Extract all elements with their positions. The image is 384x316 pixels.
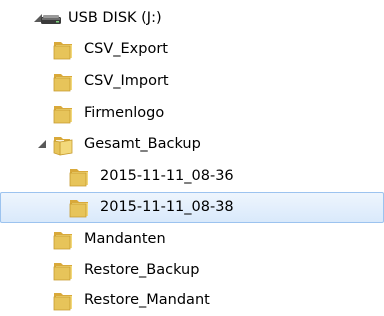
- tree-item-csv-import[interactable]: CSV_Import: [0, 66, 384, 97]
- folder-icon: [52, 229, 76, 255]
- folder-label: CSV_Export: [84, 41, 168, 57]
- folder-label: Gesamt_Backup: [84, 136, 201, 152]
- folder-label: Firmenlogo: [84, 105, 165, 121]
- tree-item-csv-export[interactable]: CSV_Export: [0, 34, 384, 65]
- tree-item-2015-11-11-08-36[interactable]: 2015-11-11_08-36: [0, 161, 384, 192]
- tree-item-mandanten[interactable]: Mandanten: [0, 224, 384, 255]
- folder-icon: [68, 166, 92, 192]
- folder-icon: [52, 103, 76, 129]
- folder-tree: USB DISK (J:) CSV_Export CSV_Import Firm…: [0, 0, 384, 311]
- folder-icon: [52, 71, 76, 97]
- folder-label: 2015-11-11_08-36: [100, 168, 234, 184]
- folder-icon: [52, 260, 76, 286]
- tree-item-2015-11-11-08-38[interactable]: 2015-11-11_08-38: [0, 192, 384, 223]
- tree-item-gesamt-backup[interactable]: Gesamt_Backup: [0, 129, 384, 160]
- folder-label: 2015-11-11_08-38: [100, 199, 234, 215]
- tree-item-usb-disk[interactable]: USB DISK (J:): [0, 3, 384, 34]
- drive-label: USB DISK (J:): [68, 10, 162, 26]
- folder-label: Restore_Mandant: [84, 292, 210, 308]
- folder-label: Restore_Backup: [84, 262, 200, 278]
- expand-arrow-icon[interactable]: [38, 140, 46, 148]
- tree-item-restore-backup[interactable]: Restore_Backup: [0, 255, 384, 286]
- tree-item-firmenlogo[interactable]: Firmenlogo: [0, 98, 384, 129]
- folder-icon: [68, 197, 92, 223]
- folder-icon: [52, 39, 76, 65]
- folder-label: CSV_Import: [84, 73, 169, 89]
- folder-label: Mandanten: [84, 231, 166, 247]
- folder-icon: [52, 290, 76, 316]
- folder-open-icon: [52, 134, 76, 160]
- tree-item-restore-mandant[interactable]: Restore_Mandant: [0, 285, 384, 316]
- usb-drive-icon: [40, 12, 62, 30]
